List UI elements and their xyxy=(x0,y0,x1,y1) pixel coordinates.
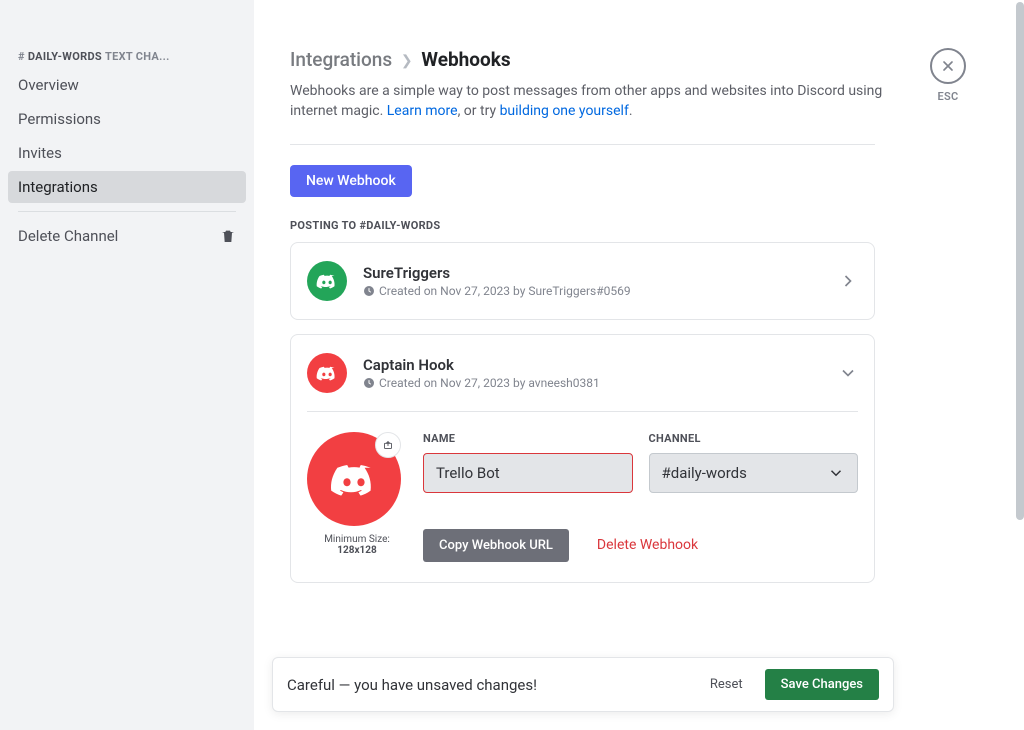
webhook-name: Captain Hook xyxy=(363,356,838,374)
clock-icon xyxy=(363,285,375,297)
chevron-down-icon xyxy=(838,363,858,383)
learn-more-link[interactable]: Learn more xyxy=(387,103,458,119)
name-field: NAME xyxy=(423,432,633,493)
sidebar-item-delete-channel[interactable]: Delete Channel xyxy=(8,220,246,252)
divider xyxy=(290,144,875,145)
chevron-right-icon xyxy=(838,271,858,291)
webhook-meta: Created on Nov 27, 2023 by SureTriggers#… xyxy=(363,284,838,298)
breadcrumb: Integrations ❯ Webhooks xyxy=(290,48,994,71)
sidebar-item-label: Integrations xyxy=(18,178,98,196)
close-icon xyxy=(940,58,956,74)
sidebar-channel-header: # DAILY-WORDS TEXT CHA... xyxy=(8,50,246,69)
sidebar-item-integrations[interactable]: Integrations xyxy=(8,171,246,203)
discord-icon xyxy=(327,459,381,499)
main-content: ESC Integrations ❯ Webhooks Webhooks are… xyxy=(254,0,1024,730)
webhook-header[interactable]: SureTriggers Created on Nov 27, 2023 by … xyxy=(291,243,874,319)
trash-icon xyxy=(220,228,236,244)
webhook-info: SureTriggers Created on Nov 27, 2023 by … xyxy=(363,264,838,298)
sidebar-item-permissions[interactable]: Permissions xyxy=(8,103,246,135)
webhook-card: SureTriggers Created on Nov 27, 2023 by … xyxy=(290,242,875,320)
posting-channel-tag: #DAILY-WORDS xyxy=(359,219,440,232)
delete-webhook-link[interactable]: Delete Webhook xyxy=(597,537,698,553)
sidebar-item-label: Overview xyxy=(18,76,79,94)
channel-select[interactable]: #daily-words xyxy=(649,453,859,493)
avatar-upload[interactable] xyxy=(307,432,401,526)
copy-webhook-url-button[interactable]: Copy Webhook URL xyxy=(423,529,569,562)
posting-to-label: POSTING TO #DAILY-WORDS xyxy=(290,219,994,232)
build-yourself-link[interactable]: building one yourself xyxy=(500,103,629,119)
new-webhook-button[interactable]: New Webhook xyxy=(290,165,412,197)
sidebar-item-label: Invites xyxy=(18,144,62,162)
esc-label: ESC xyxy=(930,90,966,103)
breadcrumb-parent[interactable]: Integrations xyxy=(290,48,392,71)
name-input[interactable] xyxy=(423,453,633,493)
sidebar-item-label: Permissions xyxy=(18,110,101,128)
webhook-header[interactable]: Captain Hook Created on Nov 27, 2023 by … xyxy=(291,335,874,411)
sidebar-divider xyxy=(18,211,236,212)
webhook-meta-text: Created on Nov 27, 2023 by avneesh0381 xyxy=(379,376,600,390)
webhook-meta-text: Created on Nov 27, 2023 by SureTriggers#… xyxy=(379,284,631,298)
webhook-meta: Created on Nov 27, 2023 by avneesh0381 xyxy=(363,376,838,390)
chevron-down-icon xyxy=(827,464,845,482)
min-size-label: Minimum Size: 128x128 xyxy=(307,534,407,556)
close-button[interactable] xyxy=(930,48,966,84)
sidebar-channel-name: DAILY-WORDS xyxy=(28,50,102,63)
posting-text: POSTING TO xyxy=(290,219,359,232)
page-description: Webhooks are a simple way to post messag… xyxy=(290,81,890,122)
webhook-body: Minimum Size: 128x128 NAME CHANNEL #dail… xyxy=(291,411,874,582)
unsaved-message: Careful — you have unsaved changes! xyxy=(287,676,710,694)
action-row: Copy Webhook URL Delete Webhook xyxy=(423,529,858,562)
close-column: ESC xyxy=(930,48,966,103)
desc-text: , or try xyxy=(458,103,500,119)
sidebar-item-invites[interactable]: Invites xyxy=(8,137,246,169)
sidebar-item-label: Delete Channel xyxy=(18,227,118,245)
name-label: NAME xyxy=(423,432,633,445)
channel-field: CHANNEL #daily-words xyxy=(649,432,859,493)
form-column: NAME CHANNEL #daily-words Copy Webh xyxy=(423,432,858,562)
discord-icon xyxy=(315,272,339,290)
reset-link[interactable]: Reset xyxy=(710,677,743,692)
upload-icon xyxy=(381,438,395,452)
desc-text: . xyxy=(629,103,633,119)
clock-icon xyxy=(363,377,375,389)
channel-label: CHANNEL xyxy=(649,432,859,445)
unsaved-changes-bar: Careful — you have unsaved changes! Rese… xyxy=(272,657,894,712)
divider xyxy=(307,411,858,412)
hash-icon: # xyxy=(18,50,25,63)
sidebar-item-overview[interactable]: Overview xyxy=(8,69,246,101)
channel-settings-sidebar: # DAILY-WORDS TEXT CHA... Overview Permi… xyxy=(0,0,254,730)
webhook-info: Captain Hook Created on Nov 27, 2023 by … xyxy=(363,356,838,390)
channel-value: #daily-words xyxy=(662,464,747,482)
breadcrumb-current: Webhooks xyxy=(421,48,510,71)
upload-badge[interactable] xyxy=(375,432,401,458)
webhook-card: Captain Hook Created on Nov 27, 2023 by … xyxy=(290,334,875,583)
webhook-avatar xyxy=(307,353,347,393)
chevron-right-icon: ❯ xyxy=(401,53,413,69)
sidebar-channel-type: TEXT CHA... xyxy=(105,50,170,63)
save-changes-button[interactable]: Save Changes xyxy=(765,669,879,700)
discord-icon xyxy=(315,364,339,382)
avatar-column: Minimum Size: 128x128 xyxy=(307,432,407,562)
webhook-avatar xyxy=(307,261,347,301)
webhook-name: SureTriggers xyxy=(363,264,838,282)
scrollbar[interactable] xyxy=(1016,2,1024,520)
